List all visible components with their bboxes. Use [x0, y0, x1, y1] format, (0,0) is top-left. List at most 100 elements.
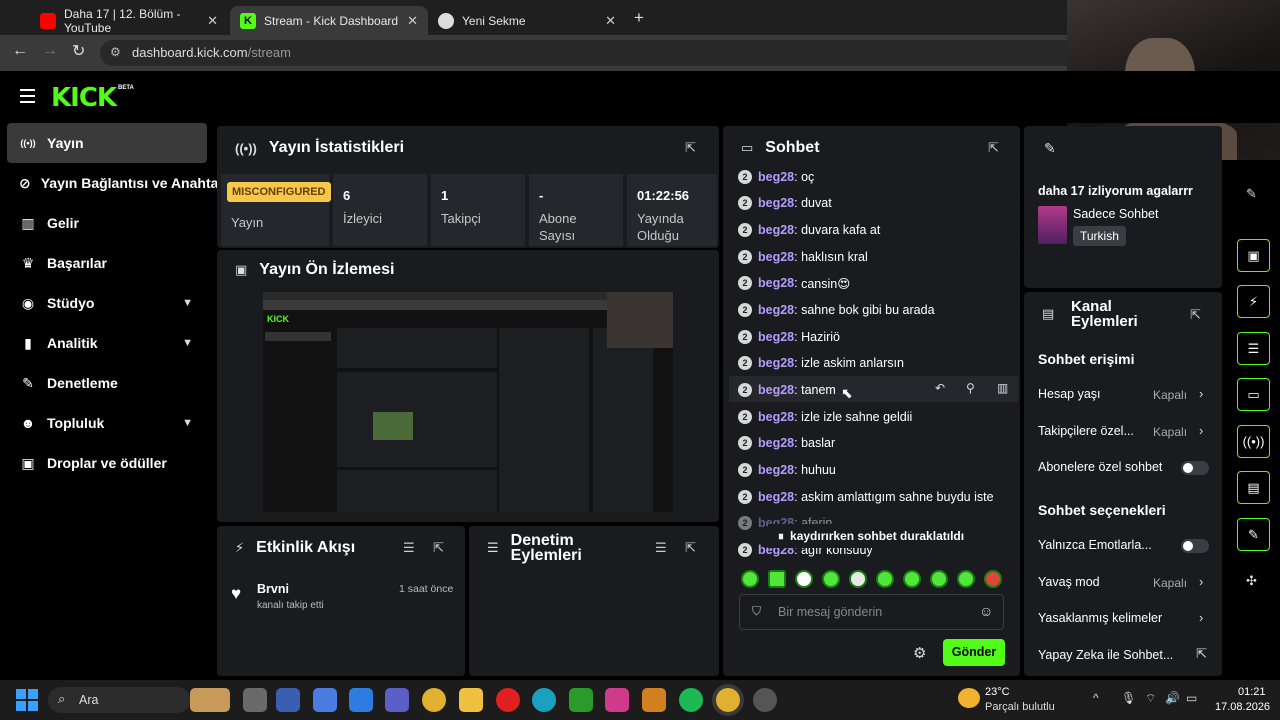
chevron-right-icon[interactable]: ›: [1199, 386, 1203, 401]
sidebar-item-studyo[interactable]: ◉ Stüdyo ▼: [7, 283, 207, 323]
chat-username[interactable]: beg28: [758, 356, 794, 370]
pin-icon[interactable]: ⚲: [966, 381, 975, 395]
external-link-icon[interactable]: ⇱: [1196, 646, 1207, 662]
emote-icon[interactable]: [957, 570, 975, 588]
wifi-icon[interactable]: ⌔: [1145, 691, 1156, 706]
chat-message[interactable]: 2 beg28: askim amlattıgım sahne buydu ist…: [738, 487, 994, 507]
chat-message[interactable]: 2 beg28: oç: [738, 167, 814, 187]
edit-icon[interactable]: ✎: [1246, 186, 1257, 202]
chat-input[interactable]: ⛉ Bir mesaj gönderin ☺: [739, 594, 1004, 630]
puzzle-icon[interactable]: ✣: [1246, 573, 1257, 589]
chat-username[interactable]: beg28: [758, 196, 794, 210]
edge-icon[interactable]: [532, 688, 556, 712]
sidebar-item-gelir[interactable]: ▥ Gelir: [7, 203, 207, 243]
chat-message[interactable]: 2 beg28: sahne bok gibi bu arada: [738, 300, 935, 320]
sidebar-item-analitik[interactable]: ▮ Analitik ▼: [7, 323, 207, 363]
emote-icon[interactable]: [741, 570, 759, 588]
emote-icon[interactable]: [903, 570, 921, 588]
account-age-label[interactable]: Hesap yaşı: [1038, 387, 1101, 401]
close-tab-icon[interactable]: ✕: [407, 13, 418, 29]
category-thumbnail[interactable]: [1038, 206, 1067, 244]
sidebar-item-topluluk[interactable]: ☻ Topluluk ▼: [7, 403, 207, 443]
popout-icon[interactable]: ⇱: [1190, 307, 1201, 323]
chat-message[interactable]: 2 beg28: baslar: [738, 433, 835, 453]
microphone-icon[interactable]: 🎙: [1121, 691, 1136, 705]
slow-mode-value[interactable]: Kapalı: [1153, 576, 1187, 590]
tab-youtube[interactable]: Daha 17 | 12. Bölüm - YouTube ✕: [30, 6, 228, 35]
wrench-icon[interactable]: ✎: [1237, 518, 1270, 551]
new-tab-button[interactable]: +: [634, 8, 644, 28]
banned-words-label[interactable]: Yasaklanmış kelimeler: [1038, 611, 1162, 625]
instagram-icon[interactable]: [605, 688, 629, 712]
popout-icon[interactable]: ⇱: [685, 540, 696, 556]
chevron-right-icon[interactable]: ›: [1199, 610, 1203, 625]
emote-icon[interactable]: [822, 570, 840, 588]
chat-message[interactable]: 2 beg28: izle izle sahne geldii: [738, 407, 912, 427]
chat-username[interactable]: beg28: [758, 436, 794, 450]
copilot-icon[interactable]: [313, 688, 337, 712]
emote-icon[interactable]: [849, 570, 867, 588]
chat-username[interactable]: beg28: [758, 223, 794, 237]
chat-message[interactable]: 2 beg28: izle askim anlarsın: [738, 353, 904, 373]
chat-message[interactable]: 2 beg28: Haziriö: [738, 327, 840, 347]
emote-icon[interactable]: [984, 570, 1002, 588]
send-button[interactable]: Gönder: [943, 639, 1005, 666]
teams-icon[interactable]: [385, 688, 409, 712]
chat-username[interactable]: beg28: [758, 303, 794, 317]
emote-icon[interactable]: [930, 570, 948, 588]
broadcast-icon[interactable]: ((•)): [1237, 425, 1270, 458]
windows-start-icon[interactable]: [16, 689, 38, 711]
chat-settings-icon[interactable]: ⚙: [913, 644, 926, 662]
chat-username[interactable]: beg28: [758, 383, 794, 397]
reply-icon[interactable]: ↶: [935, 381, 945, 395]
emote-icon[interactable]: [768, 570, 786, 588]
chat-username[interactable]: beg28: [758, 463, 794, 477]
followers-only-label[interactable]: Takipçilere özel...: [1038, 424, 1134, 438]
tab-kick-dashboard[interactable]: K Stream - Kick Dashboard ✕: [230, 6, 428, 35]
app-icon[interactable]: [642, 688, 666, 712]
forward-icon[interactable]: →: [42, 42, 58, 60]
chat-username[interactable]: beg28: [758, 250, 794, 264]
sidebar-item-denetleme[interactable]: ✎ Denetleme: [7, 363, 207, 403]
weather-icon[interactable]: [958, 688, 980, 708]
preview-video[interactable]: KICK: [263, 292, 673, 522]
tray-chevron-icon[interactable]: ^: [1093, 691, 1099, 705]
clock-date[interactable]: 17.08.2026: [1215, 701, 1270, 713]
chevron-down-icon[interactable]: ▼: [182, 337, 193, 349]
chat-message[interactable]: 2 beg28: huhuu: [738, 460, 836, 480]
kick-logo[interactable]: KICK: [51, 83, 117, 113]
tab-new-tab[interactable]: Yeni Sekme ✕: [428, 6, 626, 35]
sidebar-item-droplar[interactable]: ▣ Droplar ve ödüller: [7, 443, 207, 483]
subs-only-toggle[interactable]: [1181, 461, 1209, 475]
chat-message[interactable]: 2 beg28: duvara kafa at: [738, 220, 880, 240]
slow-mode-label[interactable]: Yavaş mod: [1038, 575, 1100, 589]
chat-paused-banner[interactable]: ⏸ kaydırırken sohbet duraklatıldı: [768, 524, 974, 548]
close-tab-icon[interactable]: ✕: [207, 13, 218, 29]
chevron-down-icon[interactable]: ▼: [182, 297, 193, 309]
category-name[interactable]: Sadece Sohbet: [1073, 207, 1159, 221]
sidebar-item-basarilar[interactable]: ♛ Başarılar: [7, 243, 207, 283]
site-info-icon[interactable]: ⚙: [110, 45, 121, 59]
store-icon[interactable]: [349, 688, 373, 712]
chevron-right-icon[interactable]: ›: [1199, 574, 1203, 589]
popout-icon[interactable]: ⇱: [988, 140, 999, 156]
spotify-icon[interactable]: [679, 688, 703, 712]
lightning-icon[interactable]: ⚡: [1237, 285, 1270, 318]
task-view-icon[interactable]: [243, 688, 267, 712]
chrome-icon[interactable]: [422, 688, 446, 712]
sidebar-item-yayin[interactable]: ((•)) Yayın: [7, 123, 207, 163]
reload-icon[interactable]: ↻: [72, 41, 85, 61]
emote-icon[interactable]: [795, 570, 813, 588]
chat-username[interactable]: beg28: [758, 276, 794, 290]
channel-actions-icon[interactable]: ▤: [1237, 471, 1270, 504]
obs-icon[interactable]: [753, 688, 777, 712]
xbox-icon[interactable]: [569, 688, 593, 712]
search-highlight-icon[interactable]: [190, 688, 230, 712]
popout-icon[interactable]: ⇱: [685, 140, 696, 156]
chat-message[interactable]: 2 beg28: haklısın kral: [738, 247, 868, 267]
filter-icon[interactable]: ☰: [403, 540, 415, 556]
chevron-right-icon[interactable]: ›: [1199, 423, 1203, 438]
menu-icon[interactable]: [20, 89, 35, 103]
followers-only-value[interactable]: Kapalı: [1153, 425, 1187, 439]
emote-icon[interactable]: [876, 570, 894, 588]
